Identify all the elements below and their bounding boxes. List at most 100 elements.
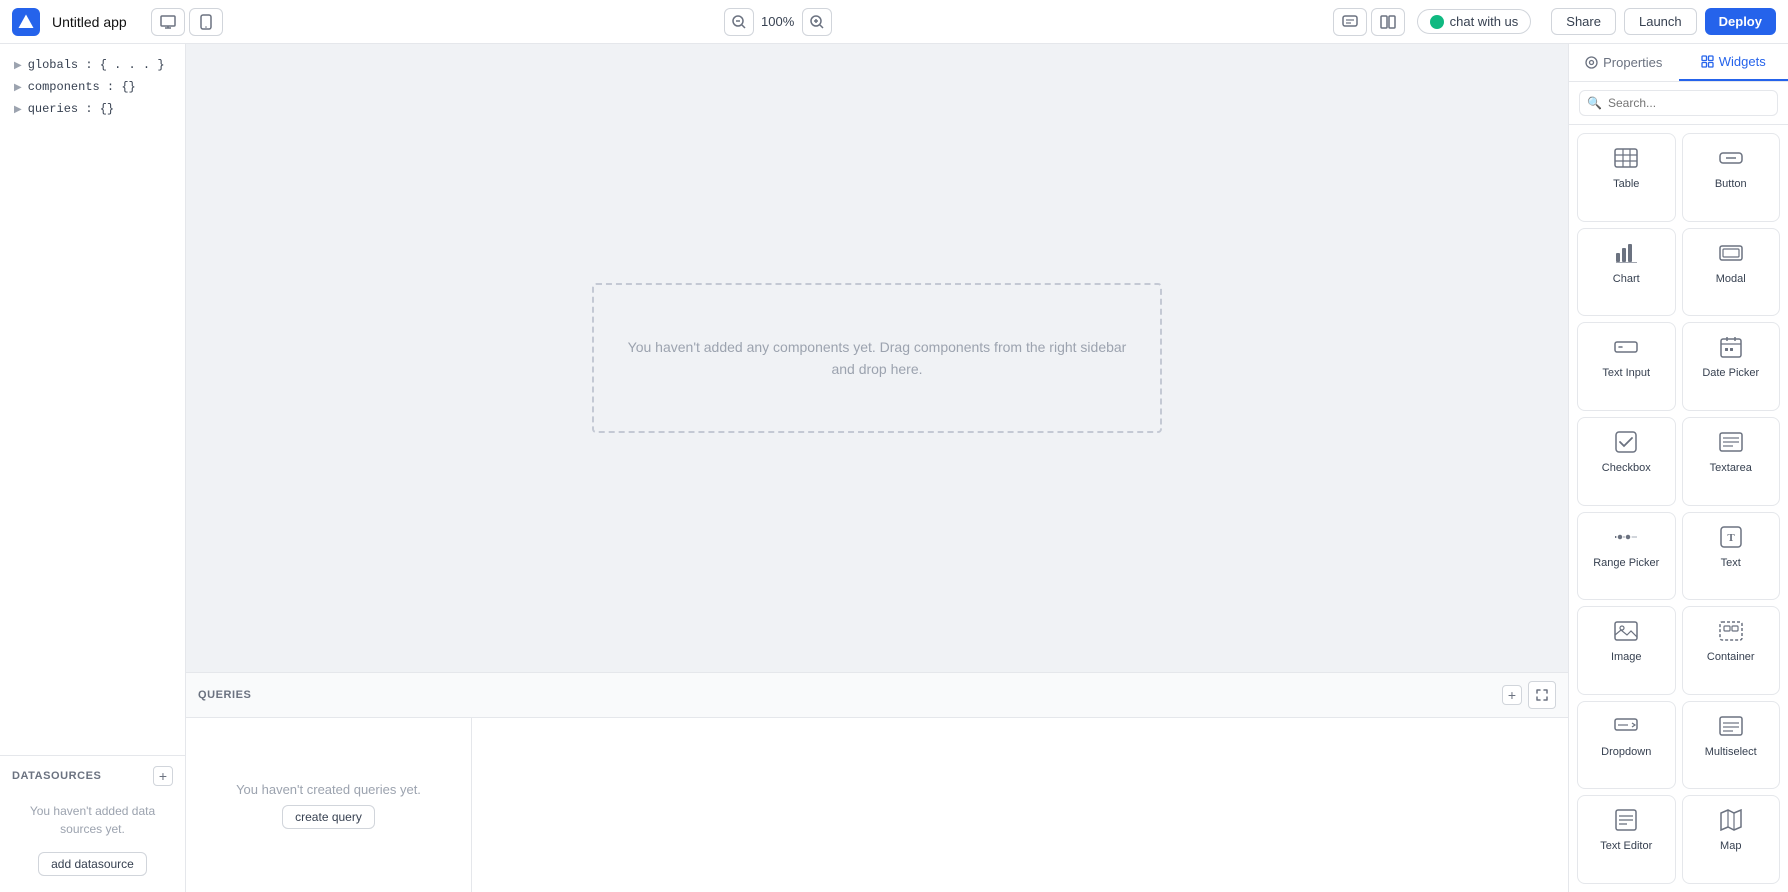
chat-status-icon	[1430, 15, 1444, 29]
textarea-icon	[1717, 428, 1745, 456]
left-sidebar: ▶ globals : { . . . } ▶ components : {} …	[0, 44, 186, 892]
button-icon	[1717, 144, 1745, 172]
dropdown-icon	[1612, 712, 1640, 740]
widget-text-input[interactable]: Text Input	[1577, 322, 1676, 411]
search-wrapper: 🔍	[1579, 90, 1778, 116]
right-search: 🔍	[1569, 82, 1788, 125]
left-tree: ▶ globals : { . . . } ▶ components : {} …	[0, 44, 185, 755]
comment-preview-btn[interactable]	[1333, 8, 1367, 36]
tree-arrow-queries: ▶	[14, 104, 22, 115]
widget-table[interactable]: Table	[1577, 133, 1676, 222]
canvas-area: You haven't added any components yet. Dr…	[186, 44, 1568, 892]
widget-container[interactable]: Container	[1682, 606, 1781, 695]
widget-button-label: Button	[1715, 178, 1747, 190]
widgets-grid: Table Button Chart Moda	[1569, 125, 1788, 892]
tree-label-components: components : {}	[28, 80, 136, 94]
widget-map-label: Map	[1720, 840, 1741, 852]
range-picker-icon	[1612, 523, 1640, 551]
add-query-plus-btn[interactable]: +	[1502, 685, 1522, 705]
datasources-section: DATASOURCES + You haven't added data sou…	[0, 755, 185, 892]
deploy-btn[interactable]: Deploy	[1705, 8, 1776, 35]
queries-panel: QUERIES + You haven't created queries ye…	[186, 672, 1568, 892]
nav-actions: Share Launch Deploy	[1551, 8, 1776, 35]
text-editor-icon	[1612, 806, 1640, 834]
widget-text-editor[interactable]: Text Editor	[1577, 795, 1676, 884]
right-tabs: Properties Widgets	[1569, 44, 1788, 82]
mobile-view-btn[interactable]	[189, 8, 223, 36]
logo-icon[interactable]	[12, 8, 40, 36]
widget-modal[interactable]: Modal	[1682, 228, 1781, 317]
add-datasource-btn[interactable]: add datasource	[38, 852, 147, 876]
right-sidebar: Properties Widgets 🔍 Table	[1568, 44, 1788, 892]
widget-multiselect[interactable]: Multiselect	[1682, 701, 1781, 790]
modal-icon	[1717, 239, 1745, 267]
widget-text[interactable]: T Text	[1682, 512, 1781, 601]
view-toggles	[151, 8, 223, 36]
top-nav: Untitled app 100%	[0, 0, 1788, 44]
widget-chart-label: Chart	[1613, 273, 1640, 285]
widget-container-label: Container	[1707, 651, 1755, 663]
add-datasource-plus-btn[interactable]: +	[153, 766, 173, 786]
queries-empty-text: You haven't created queries yet.	[236, 782, 421, 797]
tab-properties-label: Properties	[1603, 55, 1662, 70]
table-icon	[1612, 144, 1640, 172]
widget-range-picker-label: Range Picker	[1593, 557, 1659, 569]
drop-zone-text: You haven't added any components yet. Dr…	[628, 336, 1127, 381]
desktop-view-btn[interactable]	[151, 8, 185, 36]
widget-dropdown[interactable]: Dropdown	[1577, 701, 1676, 790]
canvas-top: You haven't added any components yet. Dr…	[186, 44, 1568, 672]
tree-label-globals: globals : { . . . }	[28, 58, 165, 72]
main-layout: ▶ globals : { . . . } ▶ components : {} …	[0, 44, 1788, 892]
widget-modal-label: Modal	[1716, 273, 1746, 285]
widget-range-picker[interactable]: Range Picker	[1577, 512, 1676, 601]
queries-header-actions: +	[1502, 681, 1556, 709]
widget-multiselect-label: Multiselect	[1705, 746, 1757, 758]
chat-btn[interactable]: chat with us	[1417, 9, 1532, 34]
datasources-empty-text: You haven't added data sources yet.	[12, 794, 173, 846]
datasources-title: DATASOURCES	[12, 770, 101, 782]
tree-item-components[interactable]: ▶ components : {}	[12, 76, 173, 98]
multiselect-icon	[1717, 712, 1745, 740]
create-query-btn[interactable]: create query	[282, 805, 375, 829]
widget-image[interactable]: Image	[1577, 606, 1676, 695]
widget-checkbox[interactable]: Checkbox	[1577, 417, 1676, 506]
drop-zone[interactable]: You haven't added any components yet. Dr…	[592, 283, 1162, 433]
tab-widgets[interactable]: Widgets	[1679, 44, 1788, 81]
widget-chart[interactable]: Chart	[1577, 228, 1676, 317]
tab-widgets-label: Widgets	[1719, 54, 1766, 69]
widget-textarea[interactable]: Textarea	[1682, 417, 1781, 506]
widget-checkbox-label: Checkbox	[1602, 462, 1651, 474]
search-input[interactable]	[1579, 90, 1778, 116]
expand-queries-btn[interactable]	[1528, 681, 1556, 709]
image-icon	[1612, 617, 1640, 645]
datasources-header: DATASOURCES +	[12, 766, 173, 786]
widget-table-label: Table	[1613, 178, 1639, 190]
preview-toggles	[1333, 8, 1405, 36]
launch-btn[interactable]: Launch	[1624, 8, 1697, 35]
share-btn[interactable]: Share	[1551, 8, 1616, 35]
app-title: Untitled app	[52, 14, 127, 30]
widget-image-label: Image	[1611, 651, 1642, 663]
tree-arrow-globals: ▶	[14, 60, 22, 71]
widget-button[interactable]: Button	[1682, 133, 1781, 222]
widget-dropdown-label: Dropdown	[1601, 746, 1651, 758]
split-preview-btn[interactable]	[1371, 8, 1405, 36]
widget-date-picker[interactable]: Date Picker	[1682, 322, 1781, 411]
tab-properties[interactable]: Properties	[1569, 44, 1679, 81]
widget-text-input-label: Text Input	[1602, 367, 1650, 379]
zoom-in-btn[interactable]	[802, 8, 832, 36]
zoom-out-btn[interactable]	[724, 8, 754, 36]
text-icon: T	[1717, 523, 1745, 551]
date-picker-icon	[1717, 333, 1745, 361]
container-icon	[1717, 617, 1745, 645]
widget-textarea-label: Textarea	[1710, 462, 1752, 474]
widget-map[interactable]: Map	[1682, 795, 1781, 884]
queries-title: QUERIES	[198, 689, 251, 701]
queries-list: You haven't created queries yet. create …	[186, 718, 472, 892]
search-icon: 🔍	[1587, 96, 1602, 110]
tree-arrow-components: ▶	[14, 82, 22, 93]
tree-item-queries[interactable]: ▶ queries : {}	[12, 98, 173, 120]
zoom-value: 100%	[758, 14, 798, 29]
widget-text-label: Text	[1721, 557, 1741, 569]
tree-item-globals[interactable]: ▶ globals : { . . . }	[12, 54, 173, 76]
